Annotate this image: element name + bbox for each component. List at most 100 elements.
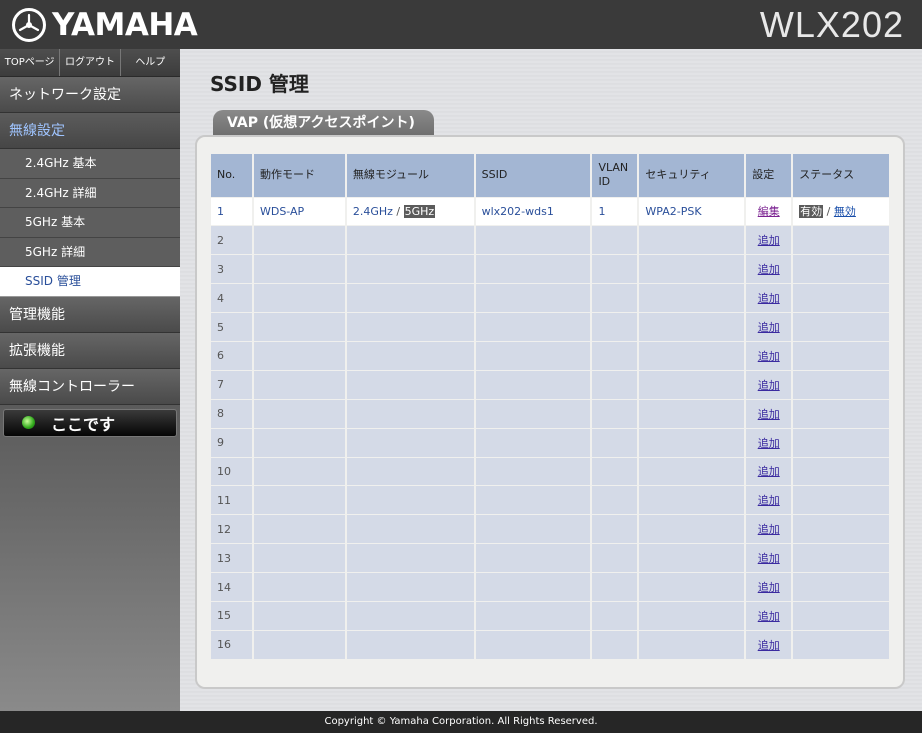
row-no: 4 xyxy=(211,283,254,314)
sidebar-item-extension[interactable]: 拡張機能 xyxy=(0,332,180,369)
row-module xyxy=(345,399,476,429)
row-no: 15 xyxy=(211,601,254,631)
sidebar-item-5ghz-detail[interactable]: 5GHz 詳細 xyxy=(0,237,180,267)
add-link[interactable]: 追加 xyxy=(758,292,780,305)
row-no: 6 xyxy=(211,341,254,371)
row-security xyxy=(638,543,747,574)
row-security xyxy=(638,370,747,400)
table-row: 14 追加 xyxy=(211,572,891,602)
add-link[interactable]: 追加 xyxy=(758,437,780,450)
row-vlan xyxy=(591,312,640,342)
header: YAMAHA WLX202 xyxy=(0,0,922,49)
row-status xyxy=(792,428,891,458)
sidebar-item-network[interactable]: ネットワーク設定 xyxy=(0,77,180,113)
vap-table: No. 動作モード 無線モジュール SSID VLAN ID セキュリティ 設定… xyxy=(211,154,891,660)
row-ssid xyxy=(474,254,593,285)
add-link[interactable]: 追加 xyxy=(758,581,780,594)
sidebar-item-24ghz-basic[interactable]: 2.4GHz 基本 xyxy=(0,149,180,179)
here-button[interactable]: ここです xyxy=(3,408,177,437)
row-setting: 追加 xyxy=(745,283,794,314)
status-enabled[interactable]: 有効 xyxy=(799,205,824,219)
row-setting: 追加 xyxy=(745,457,794,487)
status-disable-link[interactable]: 無効 xyxy=(834,205,856,218)
row-status xyxy=(792,543,891,574)
sidebar-item-wireless[interactable]: 無線設定 xyxy=(0,113,180,149)
row-module xyxy=(345,341,476,371)
row-ssid xyxy=(474,543,593,574)
add-link[interactable]: 追加 xyxy=(758,523,780,536)
row-security xyxy=(638,312,747,342)
row-vlan xyxy=(591,601,640,631)
row-module xyxy=(345,485,476,516)
vap-panel: No. 動作モード 無線モジュール SSID VLAN ID セキュリティ 設定… xyxy=(195,135,905,689)
row-setting: 追加 xyxy=(745,485,794,516)
sidebar-item-controller[interactable]: 無線コントローラー xyxy=(0,368,180,405)
row-no: 13 xyxy=(211,543,254,574)
row-ssid xyxy=(474,514,593,545)
add-link[interactable]: 追加 xyxy=(758,263,780,276)
row-setting: 追加 xyxy=(745,341,794,371)
add-link[interactable]: 追加 xyxy=(758,610,780,623)
sidebar-item-ssid-management[interactable]: SSID 管理 xyxy=(0,267,180,297)
table-row: 4 追加 xyxy=(211,283,891,314)
help-link[interactable]: ヘルプ xyxy=(121,49,180,76)
row-no: 14 xyxy=(211,572,254,602)
sidebar-item-5ghz-basic[interactable]: 5GHz 基本 xyxy=(0,208,180,238)
yamaha-logo: YAMAHA xyxy=(12,7,198,43)
header-vlan: VLAN ID xyxy=(591,154,640,198)
add-link[interactable]: 追加 xyxy=(758,350,780,363)
add-link[interactable]: 追加 xyxy=(758,494,780,507)
row-status xyxy=(792,370,891,400)
add-link[interactable]: 追加 xyxy=(758,639,780,652)
row-ssid xyxy=(474,370,593,400)
row-module xyxy=(345,543,476,574)
edit-link[interactable]: 編集 xyxy=(758,205,780,218)
table-row: 13 追加 xyxy=(211,543,891,574)
row-security xyxy=(638,399,747,429)
row-setting: 追加 xyxy=(745,514,794,545)
row-vlan xyxy=(591,428,640,458)
row-ssid xyxy=(474,485,593,516)
add-link[interactable]: 追加 xyxy=(758,408,780,421)
row-mode xyxy=(252,514,347,545)
row-security xyxy=(638,514,747,545)
row-module xyxy=(345,514,476,545)
row-status xyxy=(792,312,891,342)
row-status xyxy=(792,283,891,314)
row-mode xyxy=(252,457,347,487)
row-module xyxy=(345,601,476,631)
row-mode xyxy=(252,543,347,574)
tab-vap[interactable]: VAP (仮想アクセスポイント) xyxy=(213,110,434,136)
sidebar-item-management[interactable]: 管理機能 xyxy=(0,296,180,333)
add-link[interactable]: 追加 xyxy=(758,379,780,392)
sidebar-item-24ghz-detail[interactable]: 2.4GHz 詳細 xyxy=(0,178,180,208)
module-24ghz: 2.4GHz xyxy=(352,204,393,218)
row-vlan xyxy=(591,485,640,516)
row-setting: 追加 xyxy=(745,254,794,285)
row-module xyxy=(345,630,476,660)
row-mode xyxy=(252,312,347,342)
row-status xyxy=(792,485,891,516)
module-separator: / xyxy=(396,204,401,218)
module-5ghz: 5GHz xyxy=(403,204,436,218)
add-link[interactable]: 追加 xyxy=(758,321,780,334)
row-vlan xyxy=(591,630,640,660)
top-page-link[interactable]: TOPページ xyxy=(0,49,61,76)
table-row: 15 追加 xyxy=(211,601,891,631)
row-setting: 追加 xyxy=(745,572,794,602)
table-row: 6 追加 xyxy=(211,341,891,371)
row-vlan xyxy=(591,283,640,314)
row-no: 12 xyxy=(211,514,254,545)
row-no: 2 xyxy=(211,225,254,256)
row-mode xyxy=(252,225,347,256)
add-link[interactable]: 追加 xyxy=(758,234,780,247)
logout-link[interactable]: ログアウト xyxy=(60,49,121,76)
add-link[interactable]: 追加 xyxy=(758,552,780,565)
row-vlan xyxy=(591,341,640,371)
row-mode xyxy=(252,283,347,314)
add-link[interactable]: 追加 xyxy=(758,465,780,478)
table-row: 1 WDS-AP 2.4GHz / 5GHz wlx202-wds1 1 WPA… xyxy=(211,197,891,227)
top-navigation: TOPページ ログアウト ヘルプ xyxy=(0,49,180,77)
row-status xyxy=(792,457,891,487)
header-mode: 動作モード xyxy=(252,154,347,198)
